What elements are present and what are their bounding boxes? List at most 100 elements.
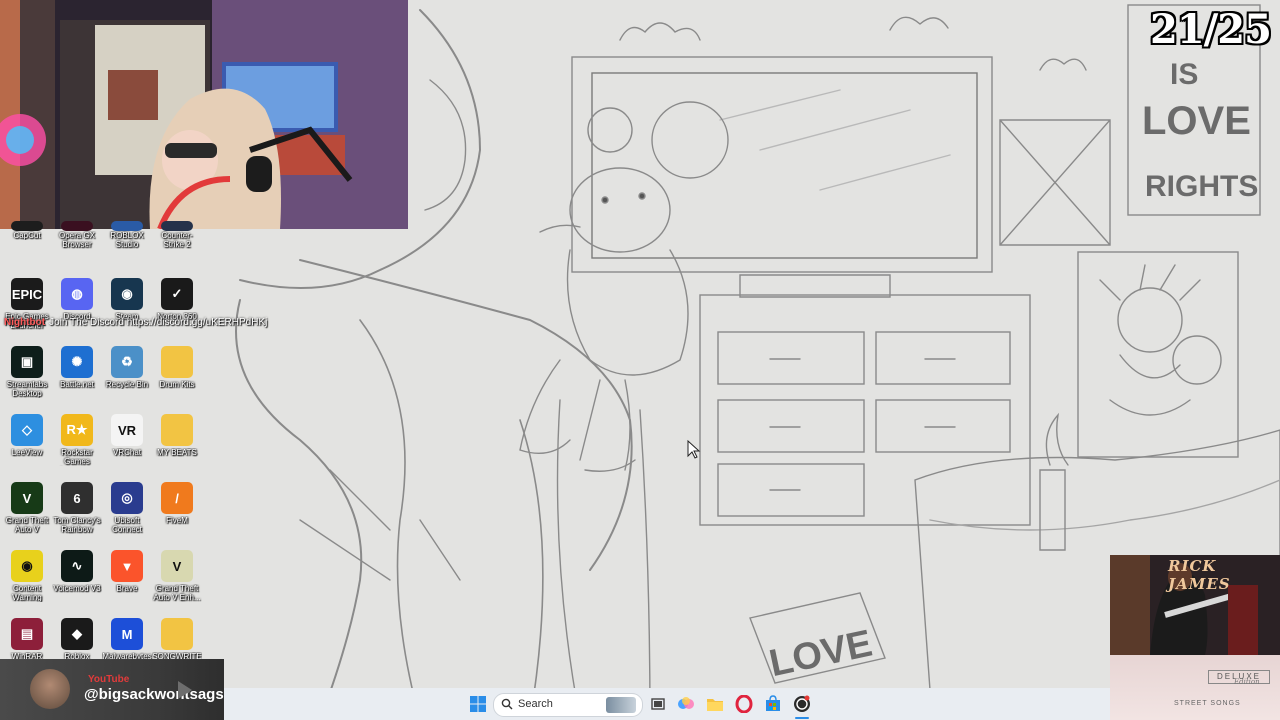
desktop-icon[interactable]: ✺ Battle.net bbox=[52, 346, 102, 412]
desktop-icon-label: Voicemod V3 bbox=[53, 584, 101, 593]
app-icon: ▼ bbox=[111, 550, 143, 582]
start-button[interactable] bbox=[468, 694, 488, 714]
platform-label: YouTube bbox=[88, 674, 130, 685]
desktop-icon[interactable]: ◉ Steam bbox=[102, 278, 152, 344]
search-placeholder: Search bbox=[518, 698, 553, 710]
app-icon bbox=[111, 221, 143, 231]
album-artist: RICK JAMES bbox=[1168, 557, 1231, 593]
app-icon: / bbox=[161, 482, 193, 514]
folder-icon bbox=[707, 699, 723, 711]
webcam-feed bbox=[0, 0, 408, 229]
sketch-sign-is: IS bbox=[1170, 58, 1198, 91]
desktop-icon-label: Grand Theft Auto V Enh... bbox=[153, 584, 201, 602]
app-icon bbox=[161, 346, 193, 378]
search-icon bbox=[501, 698, 513, 710]
desktop-icon-label: Tom Clancy's Rainbow Six... bbox=[53, 516, 101, 534]
taskbar: Search bbox=[224, 688, 1110, 720]
app-icon: ♻ bbox=[111, 346, 143, 378]
file-explorer-button[interactable] bbox=[705, 694, 725, 714]
app-icon bbox=[61, 221, 93, 231]
sketch-sign-rights: RIGHTS bbox=[1145, 170, 1258, 203]
app-icon bbox=[11, 221, 43, 231]
sketch-sign-love: LOVE bbox=[1142, 99, 1251, 143]
active-app-indicator bbox=[795, 717, 809, 719]
avatar bbox=[30, 669, 70, 709]
desktop-icon-label: Counter-Strike 2 bbox=[161, 231, 193, 249]
app-icon: ✺ bbox=[61, 346, 93, 378]
desktop-icon[interactable]: ∿ Voicemod V3 bbox=[52, 550, 102, 616]
webcam-overlay bbox=[0, 0, 408, 229]
task-view-icon bbox=[651, 698, 665, 710]
chat-username: Nightbot bbox=[4, 317, 46, 328]
app-icon: ▤ bbox=[11, 618, 43, 650]
app-icon: V bbox=[161, 550, 193, 582]
desktop-icon[interactable]: V Grand Theft Auto V bbox=[2, 482, 52, 548]
desktop-icon[interactable]: / FiveM bbox=[152, 482, 202, 548]
taskbar-search-box[interactable]: Search bbox=[493, 693, 643, 717]
desktop-icon-label: CapCut bbox=[13, 231, 41, 240]
desktop-icon[interactable]: ◇ LeeView bbox=[2, 414, 52, 480]
desktop-icon[interactable]: ◉ Content Warning bbox=[2, 550, 52, 616]
desktop-icon-label: Battle.net bbox=[60, 380, 94, 389]
desktop-icon[interactable]: MY BEATS bbox=[152, 414, 202, 480]
microsoft-store-button[interactable] bbox=[763, 694, 783, 714]
task-view-button[interactable] bbox=[648, 694, 668, 714]
app-icon: ▣ bbox=[11, 346, 43, 378]
app-icon bbox=[161, 618, 193, 650]
desktop-icon[interactable]: ◍ Discord bbox=[52, 278, 102, 344]
desktop-icon-label: Ubisoft Connect bbox=[112, 516, 142, 534]
obs-button[interactable] bbox=[792, 694, 812, 714]
copilot-button[interactable] bbox=[676, 694, 696, 714]
desktop-icon-label: VRChat bbox=[112, 448, 141, 457]
desktop-icon-label: Brave bbox=[116, 584, 138, 593]
desktop-icon-label: Grand Theft Auto V bbox=[5, 516, 49, 534]
album-edition-label: Edition bbox=[1234, 678, 1260, 686]
desktop-icon[interactable]: Drum Kits bbox=[152, 346, 202, 412]
desktop-icon[interactable]: ▣ Streamlabs Desktop bbox=[2, 346, 52, 412]
app-icon: ◎ bbox=[111, 482, 143, 514]
desktop-icon-label: Content Warning bbox=[12, 584, 42, 602]
goal-counter: 21/25 bbox=[1150, 6, 1272, 53]
app-icon: R★ bbox=[61, 414, 93, 446]
channel-handle: @bigsackwontsags bbox=[84, 686, 224, 703]
app-icon: ◉ bbox=[11, 550, 43, 582]
app-icon: ◆ bbox=[61, 618, 93, 650]
desktop-icon[interactable]: EPIC Epic Games Launcher bbox=[2, 278, 52, 344]
desktop-icon-label: Recycle Bin bbox=[105, 380, 149, 389]
album-title: STREET SONGS bbox=[1174, 700, 1241, 707]
windows-icon bbox=[470, 696, 486, 712]
desktop-icon[interactable]: ♻ Recycle Bin bbox=[102, 346, 152, 412]
app-icon: ◇ bbox=[11, 414, 43, 446]
desktop-icon[interactable]: R★ Rockstar Games Launcher bbox=[52, 414, 102, 480]
desktop-icon-label: Rockstar Games Launcher bbox=[61, 448, 93, 466]
desktop-icon-label: Opera GX Browser bbox=[58, 231, 95, 249]
app-icon: ◉ bbox=[111, 278, 143, 310]
app-icon: ◍ bbox=[61, 278, 93, 310]
chat-text: Join The Discord https://discord.gg/uKER… bbox=[49, 317, 268, 328]
copilot-icon bbox=[678, 697, 694, 709]
opera-gx-button[interactable] bbox=[734, 694, 754, 714]
desktop-icon-label: LeeView bbox=[11, 448, 43, 457]
desktop-icon-label: FiveM bbox=[166, 516, 188, 525]
app-icon bbox=[161, 414, 193, 446]
chat-message: Nightbot Join The Discord https://discord… bbox=[4, 317, 267, 328]
desktop-icon-label: ROBLOX Studio bbox=[110, 231, 144, 249]
desktop-icon-grid: CapCut Opera GX Browser ROBLOX Studio Count… bbox=[0, 221, 212, 661]
app-icon: V bbox=[11, 482, 43, 514]
search-highlight-image bbox=[606, 697, 636, 713]
desktop-icon[interactable]: ◎ Ubisoft Connect bbox=[102, 482, 152, 548]
app-icon: ∿ bbox=[61, 550, 93, 582]
desktop-icon[interactable]: 6 Tom Clancy's Rainbow Six... bbox=[52, 482, 102, 548]
desktop-icon[interactable]: VR VRChat bbox=[102, 414, 152, 480]
app-icon bbox=[161, 221, 193, 231]
store-icon bbox=[766, 695, 780, 711]
desktop-icon[interactable]: ✓ Norton 360 bbox=[152, 278, 202, 344]
youtube-handle-overlay: YouTube @bigsackwontsags bbox=[0, 659, 224, 720]
now-playing-album-art: RICK JAMES DELUXE Edition STREET SONGS bbox=[1110, 555, 1280, 720]
desktop-icon[interactable]: V Grand Theft Auto V Enh... bbox=[152, 550, 202, 616]
app-icon: VR bbox=[111, 414, 143, 446]
desktop-icon[interactable]: ▼ Brave bbox=[102, 550, 152, 616]
desktop-icon-label: Drum Kits bbox=[159, 380, 195, 389]
desktop-icon-label: Streamlabs Desktop bbox=[6, 380, 48, 398]
opera-icon bbox=[735, 695, 753, 713]
